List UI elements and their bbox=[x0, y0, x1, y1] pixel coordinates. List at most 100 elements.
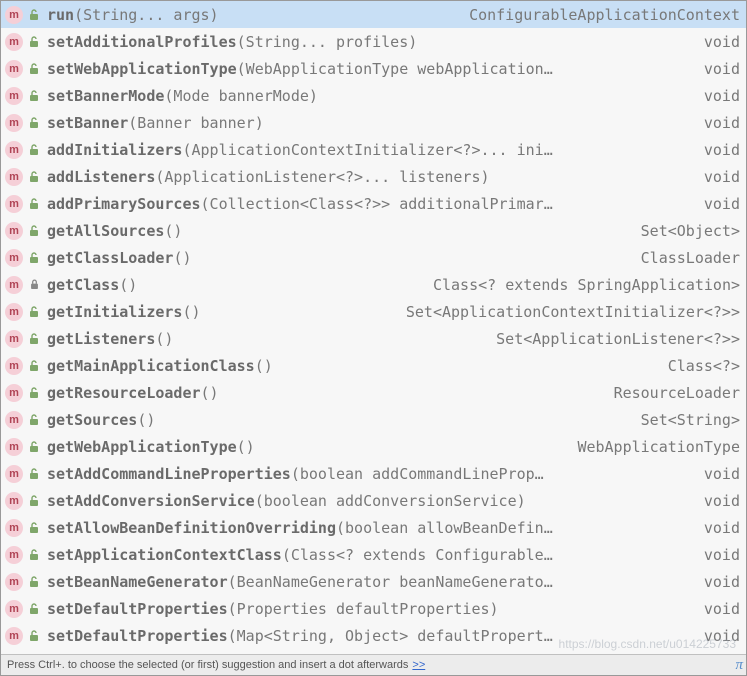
method-icon: m bbox=[5, 303, 23, 321]
public-icon bbox=[27, 197, 41, 211]
method-params: (String... profiles) bbox=[237, 33, 418, 51]
method-params: (WebApplicationType webApplication… bbox=[237, 60, 553, 78]
method-name: setBanner bbox=[47, 114, 128, 132]
completion-item[interactable]: m getAllSources() Set<Object> bbox=[1, 217, 746, 244]
method-icon: m bbox=[5, 33, 23, 51]
return-type: Set<String> bbox=[629, 411, 740, 429]
method-signature: setAddConversionService(boolean addConve… bbox=[47, 492, 692, 510]
return-type: void bbox=[692, 168, 740, 186]
completion-item[interactable]: msetAllowBeanDefinitionOverriding(boolea… bbox=[1, 514, 746, 541]
method-signature: getClass() bbox=[47, 276, 421, 294]
method-icon: m bbox=[5, 222, 23, 240]
method-params: (boolean addConversionService) bbox=[255, 492, 526, 510]
method-params: () bbox=[201, 384, 219, 402]
completion-item[interactable]: mgetMainApplicationClass()Class<?> bbox=[1, 352, 746, 379]
completion-item[interactable]: m addPrimarySources(Collection<Class<?>> … bbox=[1, 190, 746, 217]
method-name: getInitializers bbox=[47, 303, 182, 321]
method-name: setDefaultProperties bbox=[47, 627, 228, 645]
completion-item[interactable]: mgetWebApplicationType()WebApplicationTy… bbox=[1, 433, 746, 460]
public-icon bbox=[27, 494, 41, 508]
completion-item[interactable]: mgetClassLoader()ClassLoader bbox=[1, 244, 746, 271]
method-signature: addInitializers(ApplicationContextInitia… bbox=[47, 141, 692, 159]
completion-item[interactable]: maddInitializers(ApplicationContextIniti… bbox=[1, 136, 746, 163]
completion-item[interactable]: mgetClass()Class<? extends SpringApplica… bbox=[1, 271, 746, 298]
public-icon bbox=[27, 251, 41, 265]
method-params: () bbox=[255, 357, 273, 375]
completion-item[interactable]: msetBannerMode(Mode bannerMode)void bbox=[1, 82, 746, 109]
method-params: () bbox=[164, 222, 182, 240]
return-type: void bbox=[692, 573, 740, 591]
method-name: setBeanNameGenerator bbox=[47, 573, 228, 591]
method-name: setAllowBeanDefinitionOverriding bbox=[47, 519, 336, 537]
method-name: addInitializers bbox=[47, 141, 182, 159]
method-name: getClassLoader bbox=[47, 249, 173, 267]
method-params: (boolean addCommandLineProp… bbox=[291, 465, 544, 483]
public-icon bbox=[27, 224, 41, 238]
public-icon bbox=[27, 89, 41, 103]
completion-item[interactable]: mgetResourceLoader()ResourceLoader bbox=[1, 379, 746, 406]
method-name: getMainApplicationClass bbox=[47, 357, 255, 375]
method-signature: setAdditionalProfiles(String... profiles… bbox=[47, 33, 692, 51]
completion-item[interactable]: mgetSources()Set<String> bbox=[1, 406, 746, 433]
method-name: getAllSources bbox=[47, 222, 164, 240]
return-type: Set<ApplicationListener<?>> bbox=[484, 330, 740, 348]
public-icon bbox=[27, 305, 41, 319]
pi-icon[interactable]: π bbox=[735, 657, 743, 674]
method-signature: setBanner(Banner banner) bbox=[47, 114, 692, 132]
method-params: (Properties defaultProperties) bbox=[228, 600, 499, 618]
public-icon bbox=[27, 8, 41, 22]
completion-item[interactable]: msetDefaultProperties(Properties default… bbox=[1, 595, 746, 622]
method-icon: m bbox=[5, 519, 23, 537]
method-icon: m bbox=[5, 195, 23, 213]
completion-item[interactable]: mrun(String... args)ConfigurableApplicat… bbox=[1, 1, 746, 28]
method-name: run bbox=[47, 6, 74, 24]
return-type: Set<Object> bbox=[629, 222, 740, 240]
method-params: (BeanNameGenerator beanNameGenerato… bbox=[228, 573, 553, 591]
method-name: setAdditionalProfiles bbox=[47, 33, 237, 51]
return-type: void bbox=[692, 195, 740, 213]
method-name: getClass bbox=[47, 276, 119, 294]
public-icon bbox=[27, 548, 41, 562]
method-icon: m bbox=[5, 249, 23, 267]
completion-item[interactable]: m setAdditionalProfiles(String... profile… bbox=[1, 28, 746, 55]
public-icon bbox=[27, 143, 41, 157]
method-params: () bbox=[182, 303, 200, 321]
public-icon bbox=[27, 116, 41, 130]
method-name: setAddConversionService bbox=[47, 492, 255, 510]
return-type: void bbox=[692, 465, 740, 483]
return-type: void bbox=[692, 141, 740, 159]
method-signature: getListeners() bbox=[47, 330, 484, 348]
method-signature: addPrimarySources(Collection<Class<?>> a… bbox=[47, 195, 692, 213]
completion-item[interactable]: msetBanner(Banner banner)void bbox=[1, 109, 746, 136]
method-params: () bbox=[237, 438, 255, 456]
method-icon: m bbox=[5, 276, 23, 294]
completion-item[interactable]: msetDefaultProperties(Map<String, Object… bbox=[1, 622, 746, 649]
method-signature: setWebApplicationType(WebApplicationType… bbox=[47, 60, 692, 78]
method-params: (Collection<Class<?>> additionalPrimar… bbox=[201, 195, 553, 213]
public-icon bbox=[27, 413, 41, 427]
method-params: () bbox=[155, 330, 173, 348]
method-icon: m bbox=[5, 330, 23, 348]
completion-list[interactable]: mrun(String... args)ConfigurableApplicat… bbox=[1, 1, 746, 676]
method-signature: setApplicationContextClass(Class<? exten… bbox=[47, 546, 692, 564]
completion-item[interactable]: msetAddCommandLineProperties(boolean add… bbox=[1, 460, 746, 487]
completion-item[interactable]: m setApplicationContextClass(Class<? exte… bbox=[1, 541, 746, 568]
completion-item[interactable]: mgetInitializers()Set<ApplicationContext… bbox=[1, 298, 746, 325]
return-type: ResourceLoader bbox=[602, 384, 740, 402]
hint-link[interactable]: >> bbox=[412, 659, 425, 671]
hint-text: Press Ctrl+. to choose the selected (or … bbox=[7, 659, 408, 671]
public-icon bbox=[27, 575, 41, 589]
method-params: (String... args) bbox=[74, 6, 219, 24]
completion-item[interactable]: msetBeanNameGenerator(BeanNameGenerator … bbox=[1, 568, 746, 595]
public-icon bbox=[27, 602, 41, 616]
completion-item[interactable]: m getListeners()Set<ApplicationListener<?… bbox=[1, 325, 746, 352]
method-params: () bbox=[119, 276, 137, 294]
lock-icon bbox=[27, 278, 41, 292]
completion-item[interactable]: msetAddConversionService(boolean addConv… bbox=[1, 487, 746, 514]
method-icon: m bbox=[5, 438, 23, 456]
method-icon: m bbox=[5, 87, 23, 105]
completion-item[interactable]: msetWebApplicationType(WebApplicationTyp… bbox=[1, 55, 746, 82]
completion-item[interactable]: maddListeners(ApplicationListener<?>... … bbox=[1, 163, 746, 190]
method-icon: m bbox=[5, 546, 23, 564]
return-type: void bbox=[692, 33, 740, 51]
